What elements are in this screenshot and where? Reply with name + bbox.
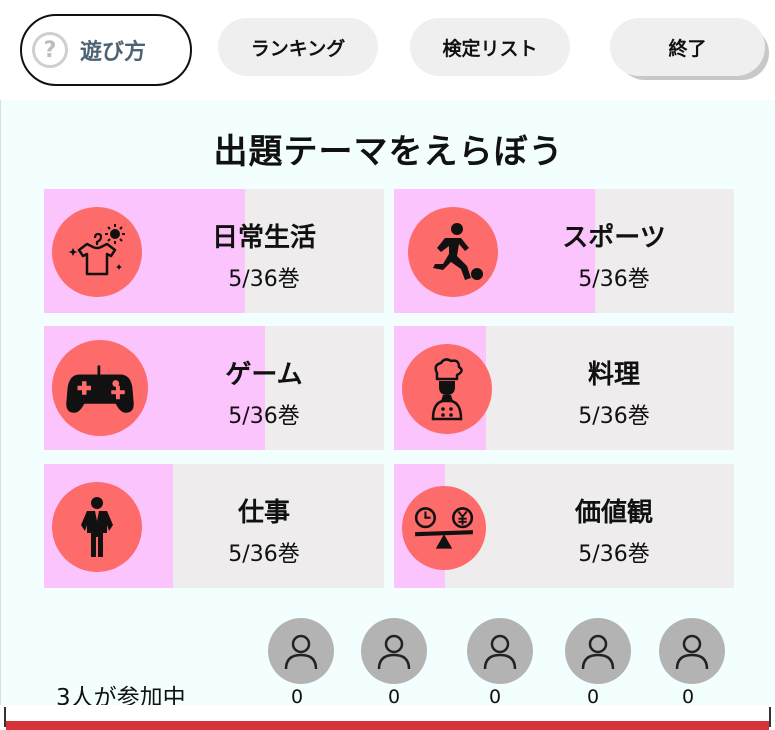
end-button[interactable]: 終了 <box>610 18 765 76</box>
businessman-icon <box>52 482 142 572</box>
theme-count: 5/36巻 <box>228 404 300 429</box>
theme-name: ゲーム <box>225 360 303 390</box>
theme-card-sports[interactable]: スポーツ 5/36巻 <box>394 189 734 313</box>
user-icon <box>675 634 709 670</box>
user-icon <box>284 634 318 670</box>
footer-red-bar <box>6 721 769 730</box>
theme-count: 5/36巻 <box>228 542 300 567</box>
theme-count: 5/36巻 <box>228 267 300 292</box>
help-button-label: 遊び方 <box>80 40 147 65</box>
theme-name: 価値観 <box>574 498 653 528</box>
player-avatar <box>467 618 533 684</box>
footer-tick-right <box>769 707 771 727</box>
user-icon <box>483 634 517 670</box>
user-icon <box>377 634 411 670</box>
soccer-player-icon <box>408 207 498 297</box>
test-list-button[interactable]: 検定リスト <box>410 18 570 76</box>
footer-bar <box>0 705 775 730</box>
theme-name: 仕事 <box>237 498 290 528</box>
laundry-sun-icon <box>52 207 142 297</box>
player-avatar <box>361 618 427 684</box>
theme-card-daily-life[interactable]: 日常生活 5/36巻 <box>44 189 384 313</box>
scale-time-money-icon <box>402 486 486 570</box>
chef-icon <box>402 344 492 434</box>
gamepad-icon <box>52 340 148 436</box>
player-avatar <box>659 618 725 684</box>
theme-name: 日常生活 <box>211 223 316 253</box>
player-avatar <box>268 618 334 684</box>
page-title: 出題テーマをえらぼう <box>213 132 564 172</box>
theme-name: 料理 <box>587 360 640 390</box>
theme-count: 5/36巻 <box>578 404 650 429</box>
theme-card-values[interactable]: 価値観 5/36巻 <box>394 464 734 588</box>
user-icon <box>581 634 615 670</box>
top-bar: ? 遊び方 ランキング 検定リスト 終了 <box>0 0 775 100</box>
help-button[interactable]: ? 遊び方 <box>20 14 192 86</box>
main-panel: 出題テーマをえらぼう 日常生活 5/36巻 スポーツ 5/36巻 ゲーム 5/3… <box>0 100 775 711</box>
player-avatar <box>565 618 631 684</box>
ranking-button[interactable]: ランキング <box>218 18 378 76</box>
theme-count: 5/36巻 <box>578 542 650 567</box>
theme-card-work[interactable]: 仕事 5/36巻 <box>44 464 384 588</box>
theme-count: 5/36巻 <box>578 267 650 292</box>
theme-name: スポーツ <box>562 223 666 253</box>
theme-card-game[interactable]: ゲーム 5/36巻 <box>44 326 384 450</box>
theme-card-cooking[interactable]: 料理 5/36巻 <box>394 326 734 450</box>
question-icon: ? <box>32 32 68 68</box>
